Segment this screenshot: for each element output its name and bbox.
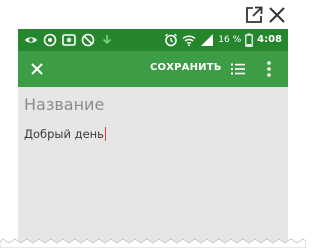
screen-record-icon <box>62 34 76 46</box>
download-icon <box>102 35 112 45</box>
status-bar: 16 % 4:08 <box>18 29 288 51</box>
text-cursor <box>104 127 106 141</box>
eye-icon <box>25 37 37 43</box>
note-body-text: Добрый день <box>24 127 104 141</box>
save-button[interactable]: СОХРАНИТЬ <box>150 62 222 76</box>
alarm-icon <box>165 33 178 47</box>
close-icon[interactable] <box>28 60 46 78</box>
signal-icon <box>201 34 214 46</box>
torn-edge-decoration <box>0 238 306 248</box>
note-editor: Название Добрый день <box>18 87 288 248</box>
note-body-input[interactable]: Добрый день <box>24 125 274 143</box>
wifi-ring-icon <box>43 33 57 47</box>
battery-icon <box>245 33 253 47</box>
app-bar: СОХРАНИТЬ <box>18 51 288 87</box>
more-vertical-icon[interactable] <box>266 60 272 78</box>
clock-time: 4:08 <box>257 34 282 45</box>
status-bar-right-icons: 16 % 4:08 <box>164 32 282 48</box>
title-input[interactable]: Название <box>24 93 274 117</box>
status-bar-left-icons <box>24 32 114 48</box>
battery-percent: 16 % <box>218 35 242 45</box>
outer-toolbar <box>0 0 306 30</box>
wifi-icon <box>182 35 196 47</box>
do-not-disturb-icon <box>81 33 95 47</box>
close-window-icon[interactable] <box>268 6 286 24</box>
phone-screen: 16 % 4:08 СОХРАНИТЬ Название Добрый день <box>18 29 288 248</box>
external-link-icon[interactable] <box>245 6 263 24</box>
checklist-icon[interactable] <box>230 61 246 77</box>
